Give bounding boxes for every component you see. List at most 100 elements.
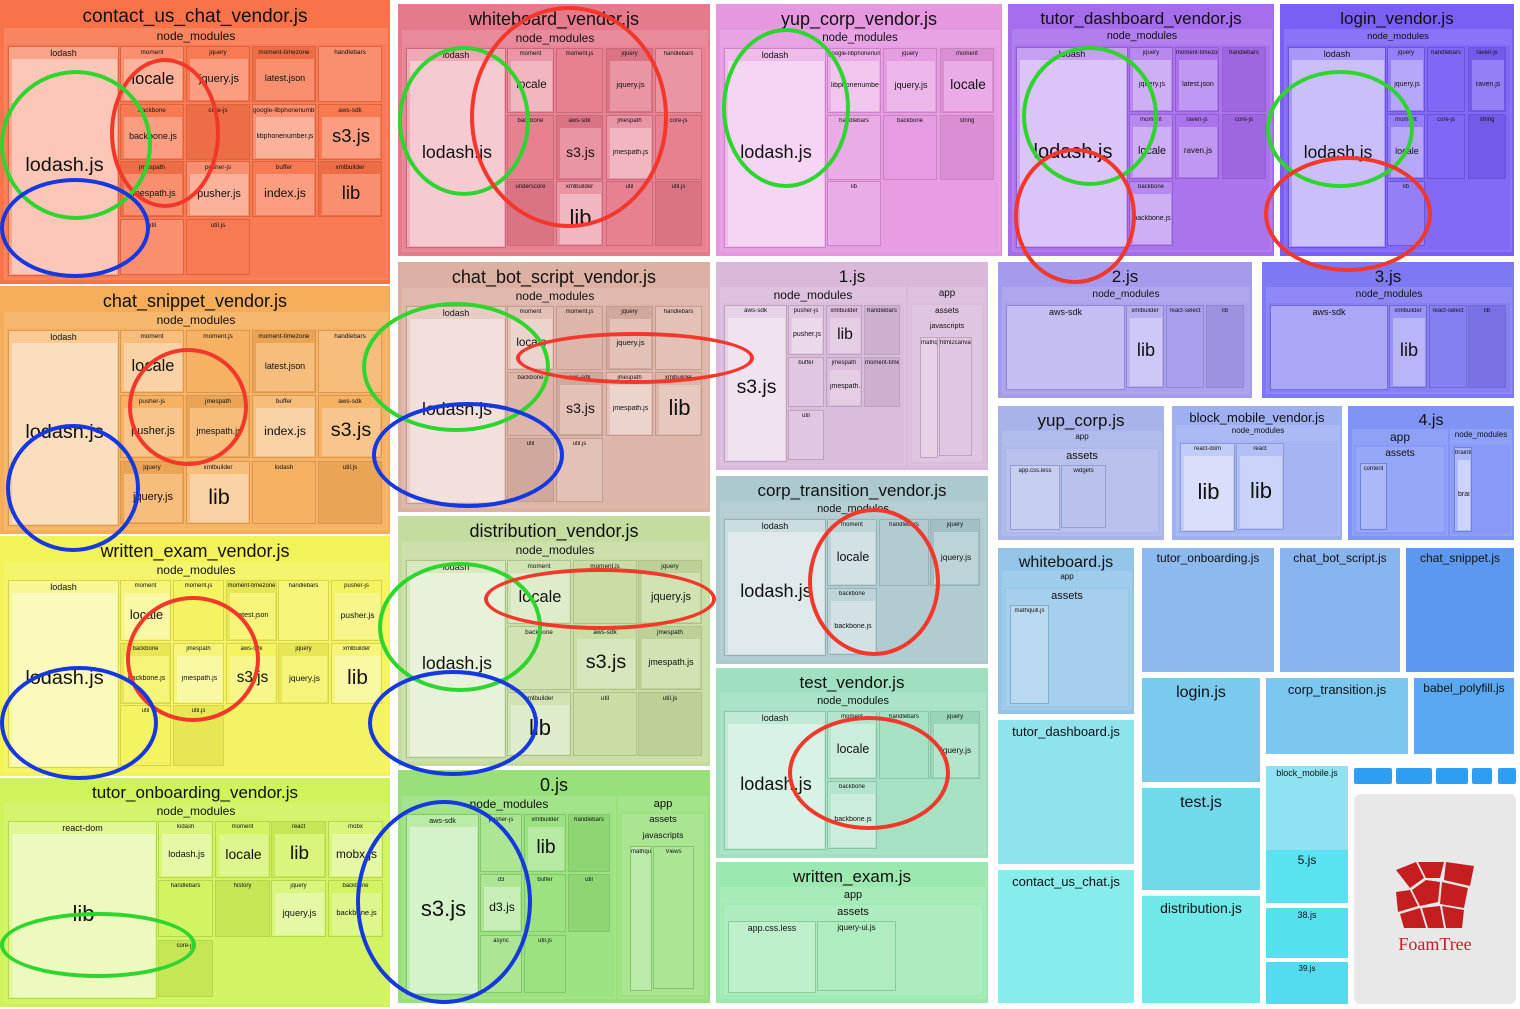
module-aws-sdk[interactable]: aws-sdk s3.js — [406, 814, 479, 995]
module-mobx[interactable]: mobx mobx.js — [328, 821, 383, 878]
file-s3-js[interactable]: s3.js — [560, 128, 601, 178]
bundle-chat-snippet-js[interactable]: chat_snippet.js — [1406, 548, 1516, 674]
module-react-select[interactable]: react-select — [1166, 305, 1204, 388]
group-app[interactable]: app assets mathquill.js — [1002, 571, 1132, 710]
module-pusher-js[interactable]: pusher-js — [480, 814, 522, 872]
file-pusher-js[interactable]: pusher.js — [792, 318, 822, 353]
module-raven-js[interactable]: raven-js raven.js — [1468, 47, 1506, 112]
file-locale[interactable]: locale — [944, 61, 992, 111]
file-jmespath-js[interactable]: jmespath.js — [177, 656, 222, 702]
bundle-babel-polyfill-js[interactable]: babel_polyfill.js — [1414, 678, 1516, 756]
file-locale[interactable]: locale — [511, 573, 569, 622]
module-google-libphonenumber[interactable]: google-libphonenumber libphonenumber.js — [252, 104, 316, 160]
file-jquery-js[interactable]: jquery.js — [642, 573, 700, 622]
group-assets[interactable]: assets javascripts mathquill.js Views — [622, 814, 704, 995]
module-raven-js[interactable]: raven-js raven.js — [1175, 114, 1219, 179]
module-util[interactable]: util — [788, 410, 824, 460]
file-raven-js[interactable]: raven.js — [1472, 60, 1504, 110]
module-util-js[interactable]: util.js — [173, 705, 224, 766]
module-string[interactable]: string — [1468, 114, 1506, 179]
module-handlebars[interactable]: handlebars — [827, 115, 881, 180]
group-node-modules[interactable]: node_modules lodash lodash.js moment locale h… — [720, 501, 986, 660]
file-jquery-js[interactable]: jquery.js — [610, 61, 651, 111]
group-javascripts[interactable]: javascripts mathquill.jshtml2canvas.js — [916, 321, 978, 460]
module-aws-sdk[interactable]: aws-sdk s3.js — [556, 372, 603, 436]
module-moment-timezone[interactable]: moment-timezone — [864, 357, 900, 407]
file-jquery-js[interactable]: jquery.js — [934, 724, 978, 777]
file-lib[interactable]: lib — [335, 656, 380, 702]
file-backbone-js[interactable]: backbone.js — [332, 893, 381, 935]
module-aws-sdk[interactable]: aws-sdk — [1006, 305, 1125, 390]
module-handlebars[interactable]: handlebars — [318, 46, 382, 102]
module-core-js[interactable]: core-js — [186, 104, 250, 160]
bundle-corp-transition-js[interactable]: corp_transition.js — [1266, 678, 1410, 756]
module-core-js[interactable]: core-js — [655, 115, 702, 180]
file-lib[interactable]: lib — [190, 474, 248, 522]
module-util-js[interactable]: util.js — [655, 181, 702, 246]
file-index-js[interactable]: index.js — [256, 174, 314, 215]
file-lodash-js[interactable]: lodash.js — [12, 343, 117, 524]
module-underscore[interactable]: underscore — [507, 181, 554, 246]
group-assets[interactable]: assets content — [1356, 447, 1444, 532]
file-jquery-js[interactable]: jquery.js — [1391, 60, 1423, 110]
file-backbone-js[interactable]: backbone.js — [831, 601, 875, 653]
module-backbone[interactable]: backbone backbone.js — [120, 104, 184, 160]
group-node-modules[interactable]: node_modules lodash lodash.js moment locale h… — [720, 693, 986, 854]
bundle-5-js[interactable]: 5.js — [1266, 850, 1350, 905]
module-jquery[interactable]: jquery jquery.js — [930, 519, 980, 586]
module-handlebars[interactable]: handlebars — [318, 330, 382, 393]
module-moment-js[interactable]: moment.js — [173, 580, 224, 641]
group-app[interactable]: app assets app.css.less widgets — [1002, 431, 1162, 536]
module-aws-sdk[interactable]: aws-sdk s3.js — [226, 643, 277, 704]
file-locale[interactable]: locale — [124, 593, 169, 639]
group-node-modules[interactable]: node_modules lodash lodash.js moment locale m… — [402, 288, 708, 508]
module-jmespath[interactable]: jmespath jmespath.js — [120, 161, 184, 217]
bundle-test-js[interactable]: test.js — [1142, 788, 1262, 892]
group-node-modules[interactable]: node_modules lodash lodash.js moment locale m… — [4, 562, 388, 772]
module-core-js[interactable]: core-js — [158, 940, 213, 997]
module-jquery[interactable]: jquery jquery.js — [930, 711, 980, 779]
group-node-modules[interactable]: node_modules lodash lodash.js moment locale j… — [4, 28, 388, 280]
module-pusher-js[interactable]: pusher-js pusher.js — [120, 395, 184, 458]
bundle-3-js[interactable]: 3.js node_modules aws-sdk xmlbuilder lib reac… — [1262, 262, 1516, 400]
bundle-tutor-dashboard-js[interactable]: tutor_dashboard.js — [998, 720, 1136, 866]
module-util[interactable]: util — [568, 874, 610, 932]
group-assets[interactable]: assets app.css.less jquery-ui.js — [724, 905, 982, 995]
group-node-modules[interactable]: node_modules lodash lodash.js jquery jquery.… — [1284, 29, 1512, 252]
module-buffer[interactable]: buffer index.js — [252, 395, 316, 458]
group-node-modules[interactable]: node_modules aws-sdk s3.js pusher-js pusher.… — [720, 287, 906, 466]
tiny-bundle[interactable] — [1498, 768, 1516, 784]
bundle-whiteboard-vendor-js[interactable]: whiteboard_vendor.js node_modules lodash lo… — [398, 4, 712, 258]
module-util-js[interactable]: util.js — [556, 438, 603, 502]
module-aws-sdk[interactable]: aws-sdk s3.js — [318, 104, 382, 160]
file-lodash-js[interactable]: lodash.js — [410, 573, 504, 756]
module-util-js[interactable]: util.js — [318, 461, 382, 524]
bundle-login-vendor-js[interactable]: login_vendor.js node_modules lodash lodash.… — [1280, 4, 1516, 258]
module-google-libphonenumber[interactable]: google-libphonenumber libphonenumber.js — [827, 48, 881, 113]
module-util[interactable]: util — [120, 219, 184, 275]
module-buffer[interactable]: buffer — [788, 357, 824, 407]
file-jquery-js[interactable]: jquery.js — [887, 61, 935, 111]
module-aws-sdk[interactable]: aws-sdk s3.js — [556, 115, 603, 180]
file-lib[interactable]: lib — [275, 834, 324, 876]
file-lib[interactable]: lib — [1184, 456, 1233, 530]
bundle-contact-us-chat-js[interactable]: contact_us_chat.js — [998, 870, 1136, 1005]
module-moment[interactable]: moment locale — [120, 330, 184, 393]
module-core-js[interactable]: core-js — [1222, 114, 1266, 179]
module-xmlbuilder[interactable]: xmlbuilder lib — [655, 372, 702, 436]
bundle-login-js[interactable]: login.js — [1142, 678, 1262, 784]
bundle-yup-corp-vendor-js[interactable]: yup_corp_vendor.js node_modules lodash loda… — [716, 4, 1004, 258]
group-app[interactable]: app assets javascripts mathquill.jshtml2can… — [908, 287, 986, 466]
module-views[interactable]: Views — [653, 846, 694, 989]
module-handlebars[interactable]: handlebars — [655, 306, 702, 370]
file-locale[interactable]: locale — [511, 61, 552, 111]
module-jquery[interactable]: jquery jquery.js — [606, 306, 653, 370]
group-assets[interactable]: assets mathquill.js — [1006, 589, 1128, 706]
module-moment-timezone[interactable]: moment-timezone latest.json — [226, 580, 277, 641]
file-latest-json[interactable]: latest.json — [256, 59, 314, 100]
module-backbone[interactable]: backbone backbone.js — [827, 781, 877, 849]
module-moment-js[interactable]: moment.js — [573, 560, 637, 624]
bundle-whiteboard-js[interactable]: whiteboard.js app assets mathquill.js — [998, 548, 1136, 716]
bundle-block-mobile-js[interactable]: block_mobile.js — [1266, 766, 1350, 862]
file-lodash-js[interactable]: lodash.js — [728, 724, 824, 848]
